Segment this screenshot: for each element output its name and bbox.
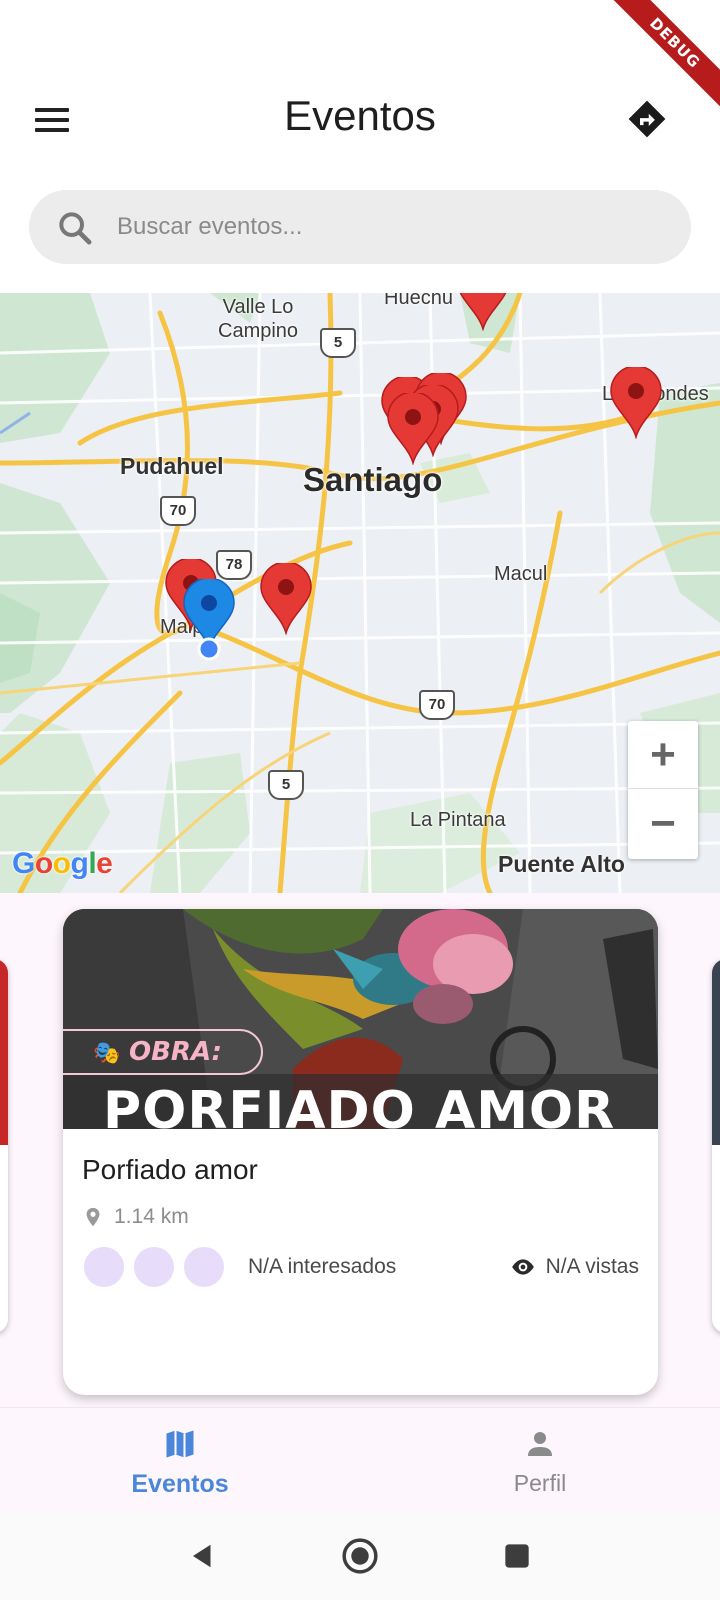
home-button[interactable]	[340, 1536, 380, 1576]
event-poster-image: 🎭 OBRA: PORFIADO AMOR	[63, 909, 658, 1129]
map-label-macul: Macul	[494, 563, 548, 585]
poster-tag: 🎭 OBRA:	[63, 1029, 263, 1075]
next-event-card[interactable]	[712, 959, 720, 1333]
eye-icon	[511, 1259, 534, 1275]
nav-label: Eventos	[131, 1470, 229, 1498]
location-pin-icon	[86, 1207, 100, 1227]
map-label-valle-lo-campino: Valle Lo Campino	[218, 296, 299, 342]
recents-square-icon	[505, 1544, 529, 1568]
search-icon	[59, 212, 92, 245]
route-shield: 70	[419, 690, 455, 720]
back-triangle-icon	[193, 1544, 211, 1568]
views-count: N/A vistas	[510, 1255, 639, 1279]
system-navigation-bar	[0, 1512, 720, 1600]
map-icon	[166, 1430, 194, 1458]
zoom-controls: + −	[628, 721, 698, 859]
event-stats: N/A interesados N/A vistas	[82, 1245, 639, 1291]
back-button[interactable]	[183, 1536, 223, 1576]
nav-label: Perfil	[513, 1470, 567, 1496]
event-title: Porfiado amor	[82, 1154, 258, 1185]
avatar	[82, 1245, 126, 1289]
recents-button[interactable]	[497, 1536, 537, 1576]
theater-masks-icon: 🎭	[93, 1041, 121, 1066]
zoom-in-button[interactable]: +	[628, 721, 698, 789]
poster-headline: PORFIADO AMOR	[103, 1081, 616, 1129]
map-label-huechuraba: Huechu	[384, 293, 453, 309]
map-label-santiago: Santiago	[303, 461, 443, 498]
avatar	[132, 1245, 176, 1289]
event-marker[interactable]	[456, 293, 510, 331]
event-marker[interactable]	[386, 393, 440, 465]
google-attribution-logo: Google	[12, 847, 113, 880]
map-view[interactable]: Valle LoCampino Huechu Las Condes Pudahu…	[0, 293, 720, 893]
debug-banner: DEBUG	[580, 0, 720, 140]
route-shield: 70	[160, 496, 196, 526]
home-circle-icon	[342, 1538, 378, 1574]
map-label-la-pintana: La Pintana	[410, 809, 506, 831]
search-bar[interactable]	[29, 190, 691, 264]
avatar	[182, 1245, 226, 1289]
nav-tab-perfil[interactable]: Perfil	[440, 1426, 640, 1506]
event-marker[interactable]	[609, 367, 663, 439]
previous-event-card[interactable]	[0, 959, 8, 1333]
screen: DEBUG Eventos Buscar eventos... Valle Lo…	[0, 0, 720, 1600]
person-icon	[528, 1432, 552, 1456]
event-card[interactable]: 🎭 OBRA: PORFIADO AMOR Porfiado amor 1.14 …	[63, 909, 658, 1395]
my-location-dot-icon	[197, 637, 221, 661]
route-shield: 5	[268, 770, 304, 800]
views-text: N/A vistas	[545, 1255, 639, 1278]
event-carousel[interactable]: 🎭 OBRA: PORFIADO AMOR Porfiado amor 1.14 …	[0, 893, 720, 1407]
zoom-out-button[interactable]: −	[628, 790, 698, 858]
map-label-pudahuel: Pudahuel	[120, 453, 224, 479]
search-input[interactable]	[117, 190, 657, 264]
event-marker[interactable]	[259, 563, 313, 635]
event-distance: 1.14 km	[82, 1205, 189, 1229]
route-shield: 78	[216, 550, 252, 580]
map-label-puente-alto: Puente Alto	[498, 851, 625, 877]
nav-tab-eventos[interactable]: Eventos	[80, 1426, 280, 1506]
interested-count: N/A interesados	[248, 1255, 397, 1278]
route-shield: 5	[320, 328, 356, 358]
bottom-navigation: Eventos Perfil	[0, 1407, 720, 1512]
distance-text: 1.14 km	[114, 1205, 189, 1228]
